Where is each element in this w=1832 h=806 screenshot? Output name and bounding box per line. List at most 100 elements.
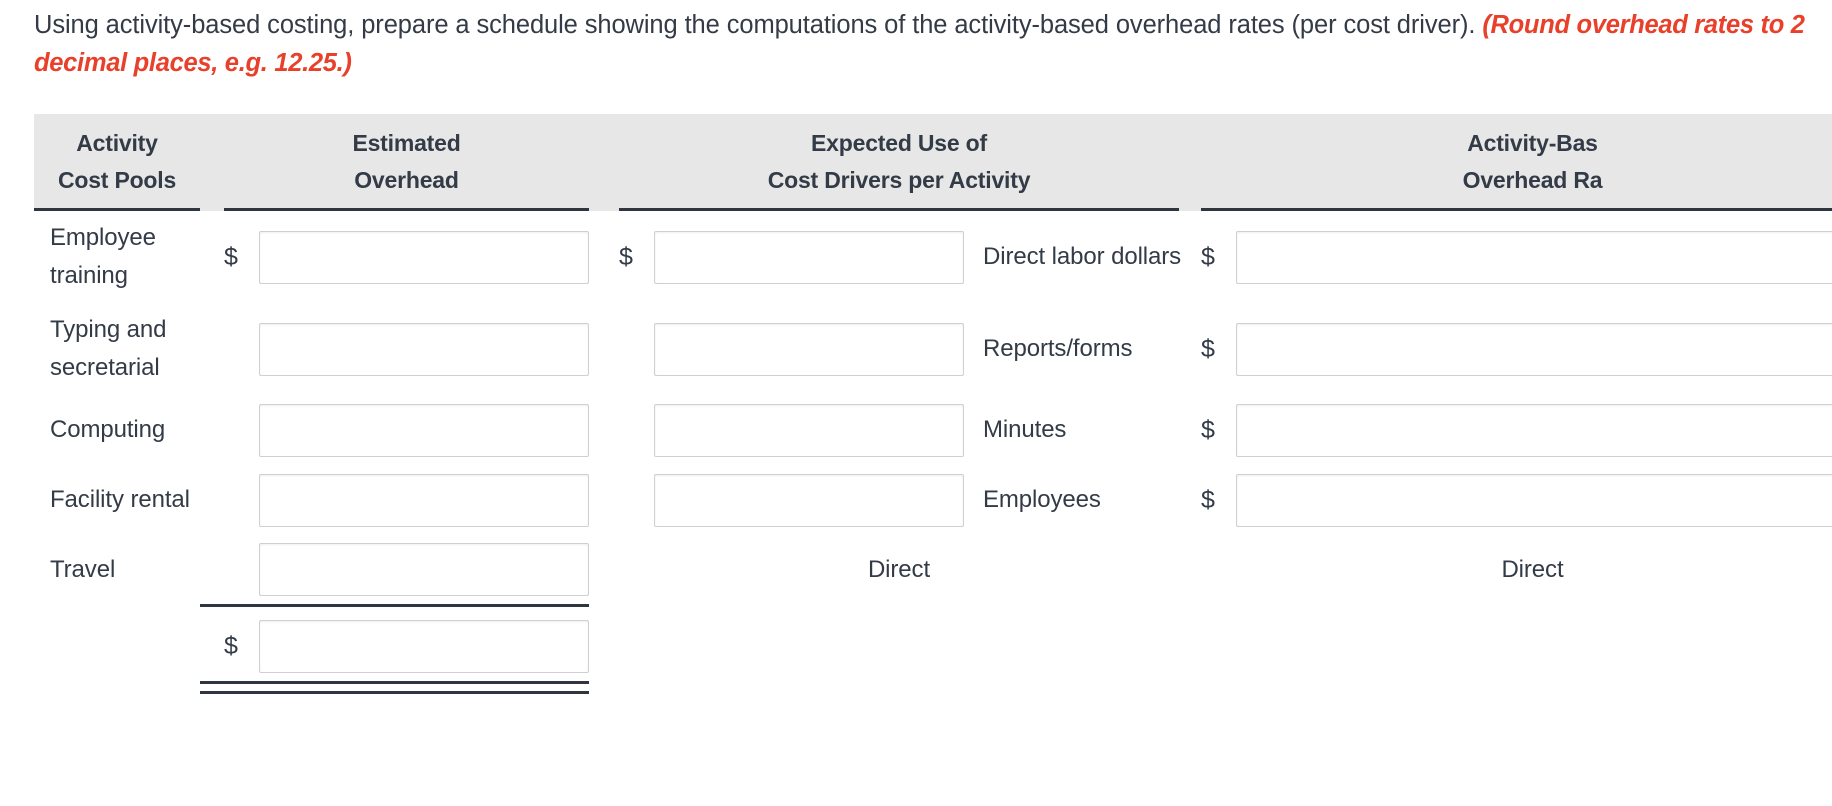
row-label-computing: Computing [50,416,166,443]
table-row: Facility rental $ $ Employees [34,465,1832,535]
dollar-sign: $ [619,242,633,271]
estimated-overhead-input-facility-rental[interactable] [259,473,589,527]
dollar-sign: $ [1201,415,1215,444]
instruction-main: Using activity-based costing, prepare a … [34,11,1483,39]
worksheet-page: Using activity-based costing, prepare a … [0,0,1832,806]
total-row-spacer-3 [619,612,1179,683]
header-activity-cost-pools-line2: Cost Pools [57,167,177,193]
row-label-facility-rental: Facility rental [50,486,190,513]
total-row: $ [34,612,1832,683]
row1-spacer-1 [200,211,224,303]
dollar-sign-placeholder: $ [224,418,248,443]
row5-spacer-2 [589,535,619,606]
driver-label-direct-labor-dollars: Direct labor dollars [983,243,1182,270]
header-estimated-overhead-line2: Overhead [354,167,459,193]
row4-overhead-cell: $ [224,465,589,535]
instruction-text: Using activity-based costing, prepare a … [34,6,1824,82]
estimated-overhead-input-travel[interactable] [259,543,589,596]
total-overhead-cell: $ [224,612,589,683]
bottom-rule-spacer-3 [619,682,1179,692]
table-row: Computing $ $ Minutes [34,395,1832,465]
header-spacer-2 [589,114,619,211]
total-row-label-spacer [34,612,200,683]
double-rule-segment-dollar [200,680,224,694]
expected-use-direct-travel: Direct [867,556,931,584]
header-activity-cost-pools-line1: Activity [76,130,158,156]
row4-spacer-1 [200,465,224,535]
row2-rate-cell: $ [1201,303,1832,395]
row5-spacer-3 [1179,535,1201,606]
overhead-rate-input-employee-training[interactable] [1236,230,1832,284]
expected-use-input-employee-training[interactable] [654,230,964,284]
table-header: Activity Cost Pools Estimated Overhead E… [34,114,1832,211]
row4-rate-cell: $ [1201,465,1832,535]
dollar-sign-placeholder: $ [224,337,248,362]
activity-based-overhead-table: Activity Cost Pools Estimated Overhead E… [34,114,1832,694]
bottom-rule-spacer-4 [1179,682,1201,692]
driver-label-reports-forms: Reports/forms [983,335,1133,362]
row3-expected-cell: $ Minutes [619,395,1179,465]
row3-spacer-2 [589,395,619,465]
dollar-sign-placeholder: $ [619,337,643,362]
row5-spacer-1 [200,535,224,606]
overhead-rate-input-facility-rental[interactable] [1236,473,1832,527]
overhead-rate-input-computing[interactable] [1236,403,1832,457]
row3-overhead-cell: $ [224,395,589,465]
row4-spacer-2 [589,465,619,535]
header-expected-use-line2: Cost Drivers per Activity [767,167,1031,193]
row2-spacer-2 [589,303,619,395]
dollar-sign: $ [1201,334,1215,363]
overhead-rate-input-typing-and-secretarial[interactable] [1236,322,1832,376]
row-label-travel: Travel [50,556,116,584]
header-spacer-3 [1179,114,1201,211]
driver-label-employees: Employees [983,486,1101,513]
row2-expected-cell: $ Reports/forms [619,303,1179,395]
estimated-overhead-input-employee-training[interactable] [259,230,589,284]
table-row: Typing and secretarial $ $ Reports/forms [34,303,1832,395]
header-estimated-overhead-line1: Estimated [352,130,461,156]
overhead-rate-direct-travel: Direct [1501,556,1564,584]
header-spacer-1 [200,114,224,211]
header-activity-based-overhead-rate: Activity-Bas Overhead Ra [1201,114,1832,211]
estimated-overhead-input-computing[interactable] [259,403,589,457]
table-row: Travel $ Direct Direct [34,535,1832,606]
row4-expected-cell: $ Employees [619,465,1179,535]
total-estimated-overhead-input[interactable] [259,619,589,673]
row3-rate-cell: $ [1201,395,1832,465]
row1-overhead-cell: $ [224,211,589,303]
dollar-sign-total: $ [224,631,238,660]
table-row: Employee training $ $ Direct labor dolla… [34,211,1832,303]
row-label-typing-and-secretarial: Typing and secretarial [50,316,167,381]
dollar-sign-placeholder: $ [224,488,248,513]
estimated-overhead-input-typing-and-secretarial[interactable] [259,322,589,376]
dollar-sign: $ [224,242,238,271]
bottom-rule-spacer-pool [34,682,200,692]
header-rate-line2: Overhead Ra [1462,167,1603,193]
header-rate-line1: Activity-Bas [1467,130,1598,156]
dollar-sign-placeholder: $ [619,488,643,513]
total-row-spacer-1 [200,612,224,683]
dollar-sign: $ [1201,485,1215,514]
expected-use-input-facility-rental[interactable] [654,473,964,527]
header-expected-use-line1: Expected Use of [811,130,987,156]
total-row-spacer-4 [1179,612,1201,683]
row1-rate-cell: $ [1201,211,1832,303]
total-row-spacer-5 [1201,612,1832,683]
row1-spacer-2 [589,211,619,303]
header-estimated-overhead: Estimated Overhead [224,114,589,211]
header-activity-cost-pools: Activity Cost Pools [34,114,200,211]
bottom-rule-spacer-2 [589,682,619,692]
row2-spacer-1 [200,303,224,395]
expected-use-input-typing-and-secretarial[interactable] [654,322,964,376]
header-expected-use-of-cost-drivers: Expected Use of Cost Drivers per Activit… [619,114,1179,211]
row5-overhead-cell: $ [224,535,589,606]
header-row: Activity Cost Pools Estimated Overhead E… [34,114,1832,211]
total-row-spacer-2 [589,612,619,683]
row2-overhead-cell: $ [224,303,589,395]
dollar-sign: $ [1201,242,1215,271]
total-double-rule [224,680,589,694]
dollar-sign-placeholder: $ [224,557,248,582]
bottom-rule-spacer-5 [1201,682,1832,692]
table-body: Employee training $ $ Direct labor dolla… [34,211,1832,694]
expected-use-input-computing[interactable] [654,403,964,457]
